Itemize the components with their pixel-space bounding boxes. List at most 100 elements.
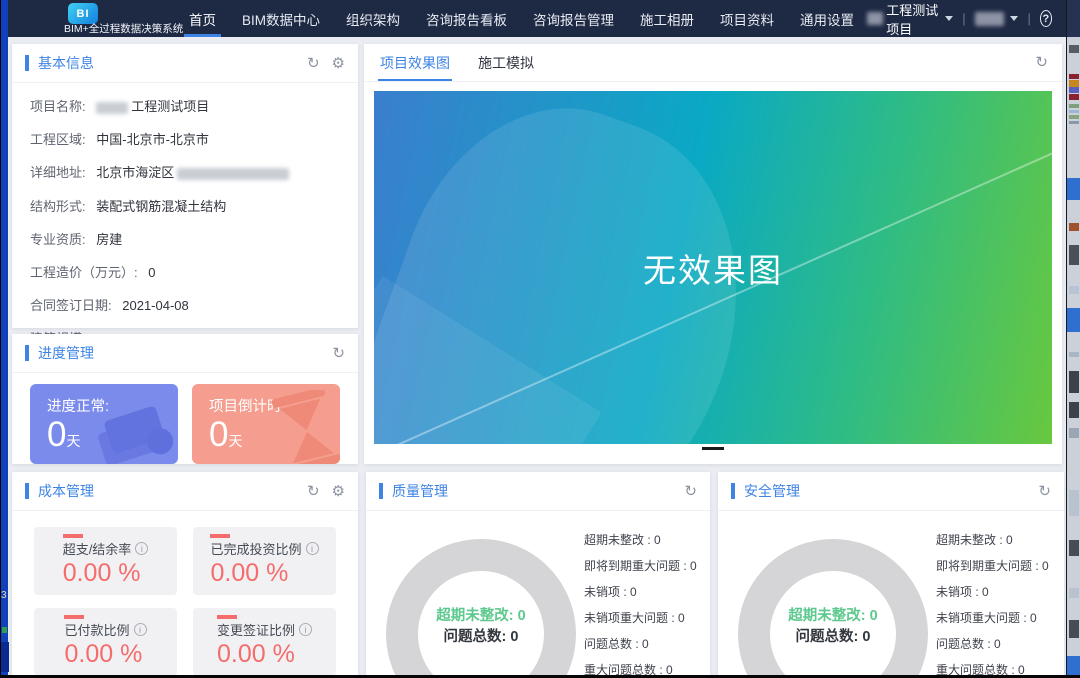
progress-body: 进度正常: 0天 项目倒计时: 0天 [12,373,358,464]
tab-render-image[interactable]: 项目效果图 [378,44,452,81]
nav-tab-bim-data-center[interactable]: BIM数据中心 [229,0,333,37]
hourglass-icon [270,390,340,464]
quality-title: 质量管理 [392,481,448,501]
nav-tab-report-manage[interactable]: 咨询报告管理 [520,0,627,37]
quality-panel: 质量管理 ↻ 超期未整改: 0 问题总数: 0 超期未整改 : 0 即将到期重大… [366,472,710,678]
basic-info-panel: 基本信息 ↻ ⚙ 项目名称: 工程测试项目 工程区域: 中国-北京市-北京市 详… [12,44,358,328]
safety-gauge-chart: 超期未整改: 0 问题总数: 0 [738,539,928,635]
nav-tab-construction-album[interactable]: 施工相册 [627,0,707,37]
quality-header: 质量管理 ↻ [366,472,710,511]
cost-panel: 成本管理 ↻ ⚙ 超支/结余率i 0.00 % 已完成投资比例i 0.00 % [12,472,358,678]
refresh-icon[interactable]: ↻ [332,346,345,361]
refresh-icon[interactable]: ↻ [307,484,320,499]
stat-item: 超期未整改 : 0 [936,527,1049,553]
info-icon[interactable]: i [299,623,312,636]
gear-icon[interactable]: ⚙ [332,56,345,71]
quality-stats-list: 超期未整改 : 0 即将到期重大问题 : 0 未销项 : 0 未销项重大问题 :… [584,511,697,678]
quality-body: 超期未整改: 0 问题总数: 0 超期未整改 : 0 即将到期重大问题 : 0 … [366,511,710,678]
info-icon[interactable]: i [306,542,319,555]
chevron-down-icon[interactable] [945,16,953,21]
red-dash [217,615,237,619]
redacted-text [96,102,128,114]
nav-tab-report-board[interactable]: 咨询报告看板 [413,0,520,37]
stat-item: 问题总数 : 0 [584,631,697,657]
no-render-text: 无效果图 [374,91,1052,444]
safety-stats-list: 超期未整改 : 0 即将到期重大问题 : 0 未销项 : 0 未销项重大问题 :… [936,511,1049,678]
info-row-structure: 结构形式: 装配式钢筋混凝土结构 [30,196,340,215]
wallet-icon [94,402,178,464]
nav-tab-org-structure[interactable]: 组织架构 [333,0,413,37]
cost-body: 超支/结余率i 0.00 % 已完成投资比例i 0.00 % 已付款比例i 0.… [12,511,358,676]
project-countdown-card[interactable]: 项目倒计时: 0天 [192,384,340,464]
red-dash [64,615,84,619]
refresh-icon[interactable]: ↻ [307,56,320,71]
title-accent-bar [379,483,383,499]
progress-panel: 进度管理 ↻ 进度正常: 0天 项目倒计时: 0天 [12,334,358,464]
red-dash [210,534,230,538]
stat-item: 未销项重大问题 : 0 [936,605,1049,631]
title-accent-bar [25,55,29,71]
brand-title: BIM+全过程数据决策系统 [64,21,183,36]
progress-normal-card[interactable]: 进度正常: 0天 [30,384,178,464]
nav-divider: | [1027,11,1030,26]
stat-item: 超期未整改 : 0 [584,527,697,553]
basic-info-header: 基本信息 ↻ ⚙ [12,44,358,83]
info-icon[interactable]: i [135,542,148,555]
cost-card-invest-complete: 已完成投资比例i 0.00 % [193,527,336,595]
nav-tab-general-settings[interactable]: 通用设置 [787,0,867,37]
brand: BI BIM+全过程数据决策系统 [8,0,176,37]
refresh-icon[interactable]: ↻ [1038,484,1051,499]
safety-panel: 安全管理 ↻ 超期未整改: 0 问题总数: 0 超期未整改 : 0 即将到期重大… [718,472,1064,678]
progress-title: 进度管理 [38,343,94,363]
cost-card-change-visa: 变更签证比例i 0.00 % [193,608,336,676]
nav-divider: | [962,11,965,26]
cost-title: 成本管理 [38,481,94,501]
safety-title: 安全管理 [744,481,800,501]
info-row-cost: 工程造价（万元）: 0 [30,262,340,281]
tab-construction-simulation[interactable]: 施工模拟 [476,44,536,81]
background-window-left-edge: 3 [0,0,8,678]
help-icon[interactable]: ? [1040,10,1052,27]
app-screen: BI BIM+全过程数据决策系统 首页 BIM数据中心 组织架构 咨询报告看板 … [0,0,1080,678]
gear-icon[interactable]: ⚙ [332,484,345,499]
background-window-text: 3 [1,590,7,601]
title-accent-bar [25,345,29,361]
redacted-username [975,12,1005,26]
nav-menu: 首页 BIM数据中心 组织架构 咨询报告看板 咨询报告管理 施工相册 项目资料 … [176,0,867,37]
carousel-indicator[interactable] [702,447,724,450]
title-accent-bar [731,483,735,499]
redacted-project-prefix [867,12,883,25]
render-viewer-panel: 项目效果图 施工模拟 ↻ 无效果图 [364,44,1062,464]
nav-tab-project-docs[interactable]: 项目资料 [707,0,787,37]
stat-item: 未销项 : 0 [584,579,697,605]
stat-item: 未销项 : 0 [936,579,1049,605]
nav-tab-home[interactable]: 首页 [176,0,229,37]
background-window-minimap [1066,0,1080,678]
chevron-down-icon[interactable] [1010,16,1018,21]
render-placeholder-image: 无效果图 [374,91,1052,444]
nav-right-cluster: 工程测试项目 | | ? [867,0,1066,37]
info-icon[interactable]: i [134,623,147,636]
cost-card-overrun-rate: 超支/结余率i 0.00 % [34,527,177,595]
project-selector[interactable]: 工程测试项目 [886,0,939,38]
info-row-address: 详细地址: 北京市海淀区 [30,162,340,181]
info-row-qualification: 专业资质: 房建 [30,229,340,248]
title-accent-bar [25,483,29,499]
progress-header: 进度管理 ↻ [12,334,358,373]
stat-item: 即将到期重大问题 : 0 [584,553,697,579]
info-row-sign-date: 合同签订日期: 2021-04-08 [30,295,340,314]
top-navbar: BI BIM+全过程数据决策系统 首页 BIM数据中心 组织架构 咨询报告看板 … [8,0,1066,37]
refresh-icon[interactable]: ↻ [684,484,697,499]
stat-item: 即将到期重大问题 : 0 [936,553,1049,579]
basic-info-title: 基本信息 [38,53,94,73]
safety-header: 安全管理 ↻ [718,472,1064,511]
red-dash [63,534,83,538]
cost-card-paid-ratio: 已付款比例i 0.00 % [34,608,177,676]
refresh-icon[interactable]: ↻ [1035,55,1048,70]
safety-body: 超期未整改: 0 问题总数: 0 超期未整改 : 0 即将到期重大问题 : 0 … [718,511,1064,678]
redacted-text [177,168,289,180]
cost-header: 成本管理 ↻ ⚙ [12,472,358,511]
viewer-tabs: 项目效果图 施工模拟 ↻ [364,44,1062,82]
info-row-project-name: 项目名称: 工程测试项目 [30,96,340,115]
info-row-region: 工程区域: 中国-北京市-北京市 [30,129,340,148]
